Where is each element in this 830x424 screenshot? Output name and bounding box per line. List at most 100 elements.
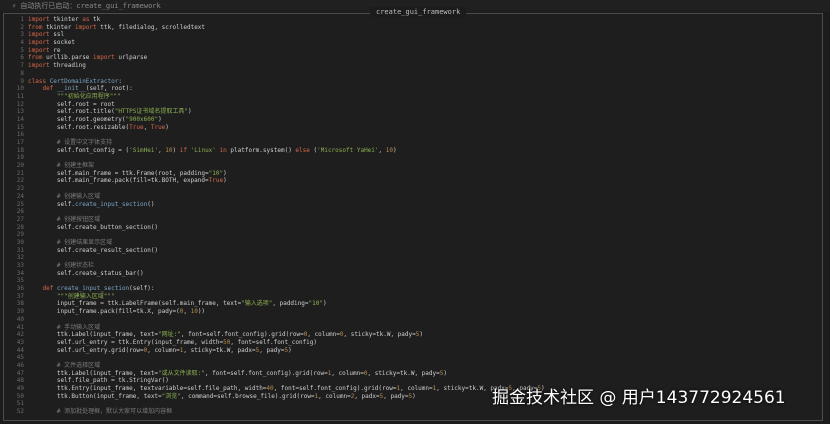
line-number: 33 (16, 262, 24, 269)
code-line: 47 ttk.Label(input_frame, text="或从文件读取:"… (9, 370, 809, 378)
code-line: 38 input_frame = ttk.LabelFrame(self.mai… (9, 300, 809, 308)
code-text: # 设置中文字体支持 (56, 139, 113, 146)
line-number: 14 (16, 115, 24, 123)
code-line: 23 (9, 185, 809, 193)
line-number: 44 (16, 346, 24, 354)
code-line: 39 input_frame.pack(fill=tk.X, pady=(0, … (9, 308, 809, 316)
line-number: 42 (16, 331, 24, 339)
line-number: 49 (16, 385, 24, 392)
code-line: 11 """初始化应用程序""" (9, 93, 809, 101)
code-text: """初始化应用程序""" (56, 92, 121, 100)
code-line: 18 self.font_config = ('SimHei', 10) if … (9, 147, 809, 155)
code-text: # 添加批处理框，默认大家可以增加内容框 (56, 408, 173, 416)
line-number: 36 (16, 285, 24, 293)
line-number: 18 (16, 146, 24, 154)
code-text: self.file_path = tk.StringVar() (28, 377, 169, 385)
title-bar-text: ⚡ 自动执行已启动：create_gui_framework (12, 2, 161, 10)
line-number: 32 (16, 254, 24, 262)
line-number: 39 (16, 308, 24, 316)
line-number: 46 (16, 361, 24, 369)
code-text: import socket (28, 39, 75, 47)
code-text: # 创建结果显示区域 (56, 238, 113, 246)
line-number: 1 (20, 16, 24, 23)
code-line: 35 (9, 277, 809, 285)
line-number: 11 (16, 92, 24, 100)
code-text: self.root.title("HTTPS证书域名提取工具") (28, 108, 192, 116)
code-text: class CertDomainExtractor: (28, 77, 122, 85)
line-number: 3 (20, 31, 24, 39)
code-line: 22 self.main_frame.pack(fill=tk.BOTH, ex… (9, 177, 809, 185)
line-number: 27 (16, 215, 24, 223)
code-text: ttk.Label(input_frame, text="网址:", font=… (28, 331, 423, 339)
code-line: 7 import threading (9, 62, 809, 70)
code-line: 2 from tkinter import ttk, filedialog, sc… (9, 24, 809, 32)
line-number: 21 (16, 169, 24, 177)
line-number: 12 (16, 100, 24, 108)
code-line: 8 (9, 70, 809, 78)
line-number: 41 (16, 323, 24, 331)
code-line: 3 import ssl (9, 31, 809, 39)
code-line: 19 (9, 154, 809, 162)
line-number: 31 (16, 246, 24, 254)
code-line: 24 # 创建输入区域 (9, 193, 809, 201)
code-line: 21 self.main_frame = ttk.Frame(root, pad… (9, 170, 809, 178)
line-number: 7 (20, 62, 24, 70)
code-line: 48 self.file_path = tk.StringVar() (9, 377, 809, 385)
code-line: 4 import socket (9, 39, 809, 47)
line-number: 45 (16, 354, 24, 362)
code-text: from urllib.parse import urlparse (28, 54, 148, 62)
code-line: 5 import re (9, 47, 809, 55)
line-number: 22 (16, 177, 24, 185)
line-number: 19 (16, 154, 24, 162)
code-line: 28 self.create_button_section() (9, 224, 809, 232)
code-text: import tkinter as tk (28, 16, 101, 23)
code-text: self.create_input_section() (28, 200, 155, 208)
code-line: 30 # 创建结果显示区域 (9, 239, 809, 247)
code-text: def __init__(self, root): (42, 85, 133, 93)
line-number: 10 (16, 85, 24, 93)
line-number: 17 (16, 139, 24, 146)
code-text: self.create_result_section() (28, 246, 159, 254)
code-text: from tkinter import ttk, filedialog, scr… (28, 23, 206, 31)
code-line: 17 # 设置中文字体支持 (9, 139, 809, 147)
line-number: 8 (20, 69, 24, 77)
code-view[interactable]: 1 import tkinter as tk 2 from tkinter impor… (9, 16, 809, 416)
line-number: 48 (16, 377, 24, 385)
line-number: 47 (16, 369, 24, 377)
line-number: 20 (16, 162, 24, 170)
code-line: 20 # 创建主框架 (9, 162, 809, 170)
code-line: 16 (9, 131, 809, 139)
code-line: 45 (9, 354, 809, 362)
code-text: self.root.resizable(True, True) (28, 123, 169, 131)
line-number: 43 (16, 338, 24, 346)
code-line: 44 self.url_entry.grid(row=0, column=1, … (9, 347, 809, 355)
code-line: 1 import tkinter as tk (9, 16, 809, 24)
line-number: 40 (16, 315, 24, 323)
code-line: 34 self.create_status_bar() (9, 270, 809, 278)
code-line: 27 # 创建按钮区域 (9, 216, 809, 224)
code-line: 10 def __init__(self, root): (9, 85, 809, 93)
code-line: 46 # 文件选择区域 (9, 362, 809, 370)
code-text: # 创建输入区域 (56, 192, 101, 200)
code-line: 32 (9, 254, 809, 262)
watermark: 掘金技术社区 @ 用户143772924561 (492, 388, 786, 408)
code-text: import ssl (28, 31, 65, 39)
line-number: 52 (16, 408, 24, 416)
line-number: 35 (16, 277, 24, 285)
line-number: 37 (16, 292, 24, 300)
line-number: 2 (20, 23, 24, 31)
code-text: self.create_status_bar() (28, 269, 144, 277)
code-line: 33 # 创建状态栏 (9, 262, 809, 270)
code-text: ttk.Entry(input_frame, textvariable=self… (28, 385, 545, 392)
code-text: input_frame = ttk.LabelFrame(self.main_f… (28, 300, 327, 308)
code-line: 13 self.root.title("HTTPS证书域名提取工具") (9, 108, 809, 116)
code-line: 40 (9, 316, 809, 324)
code-text: import threading (28, 62, 86, 70)
code-text: self.url_entry = ttk.Entry(input_frame, … (28, 338, 318, 346)
line-number: 4 (20, 39, 24, 47)
code-text: self.create_button_section() (28, 223, 159, 231)
code-line: 15 self.root.resizable(True, True) (9, 124, 809, 132)
code-text: ttk.Label(input_frame, text="或从文件读取:", f… (28, 369, 447, 377)
line-number: 51 (16, 400, 24, 408)
line-number: 25 (16, 200, 24, 208)
